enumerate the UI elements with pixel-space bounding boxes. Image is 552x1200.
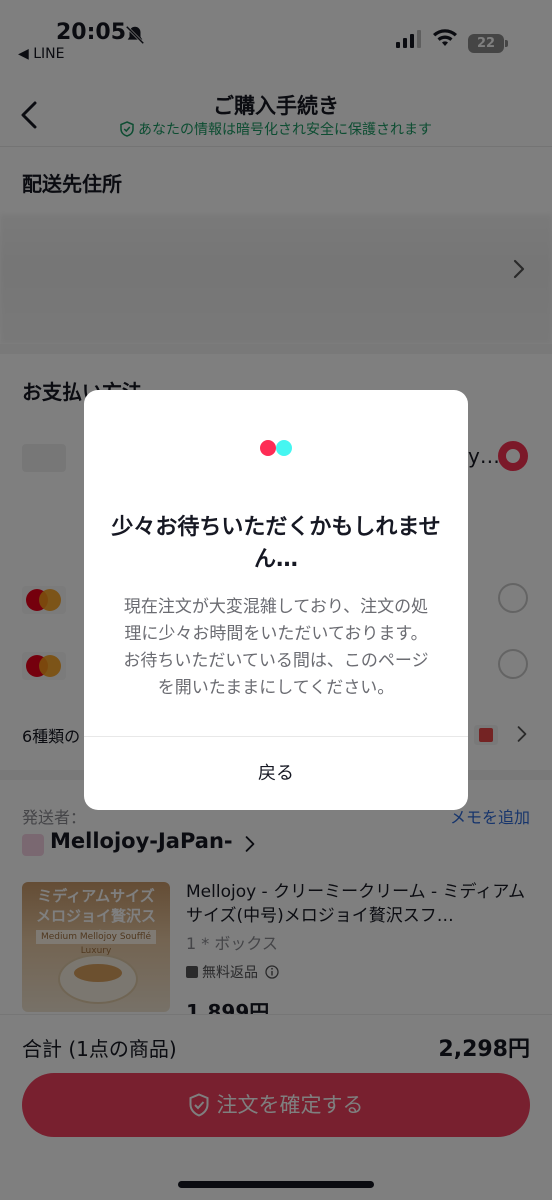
loading-spinner-icon bbox=[260, 440, 294, 456]
dialog-back-button[interactable]: 戻る bbox=[84, 737, 468, 810]
busy-dialog: 少々お待ちいただくかもしれません… 現在注文が大変混雑しており、注文の処理に少々… bbox=[84, 390, 468, 810]
dialog-title: 少々お待ちいただくかもしれません… bbox=[111, 515, 441, 572]
dialog-message: 現在注文が大変混雑しており、注文の処理に少々お時間をいただいております。お待ちい… bbox=[123, 597, 429, 698]
